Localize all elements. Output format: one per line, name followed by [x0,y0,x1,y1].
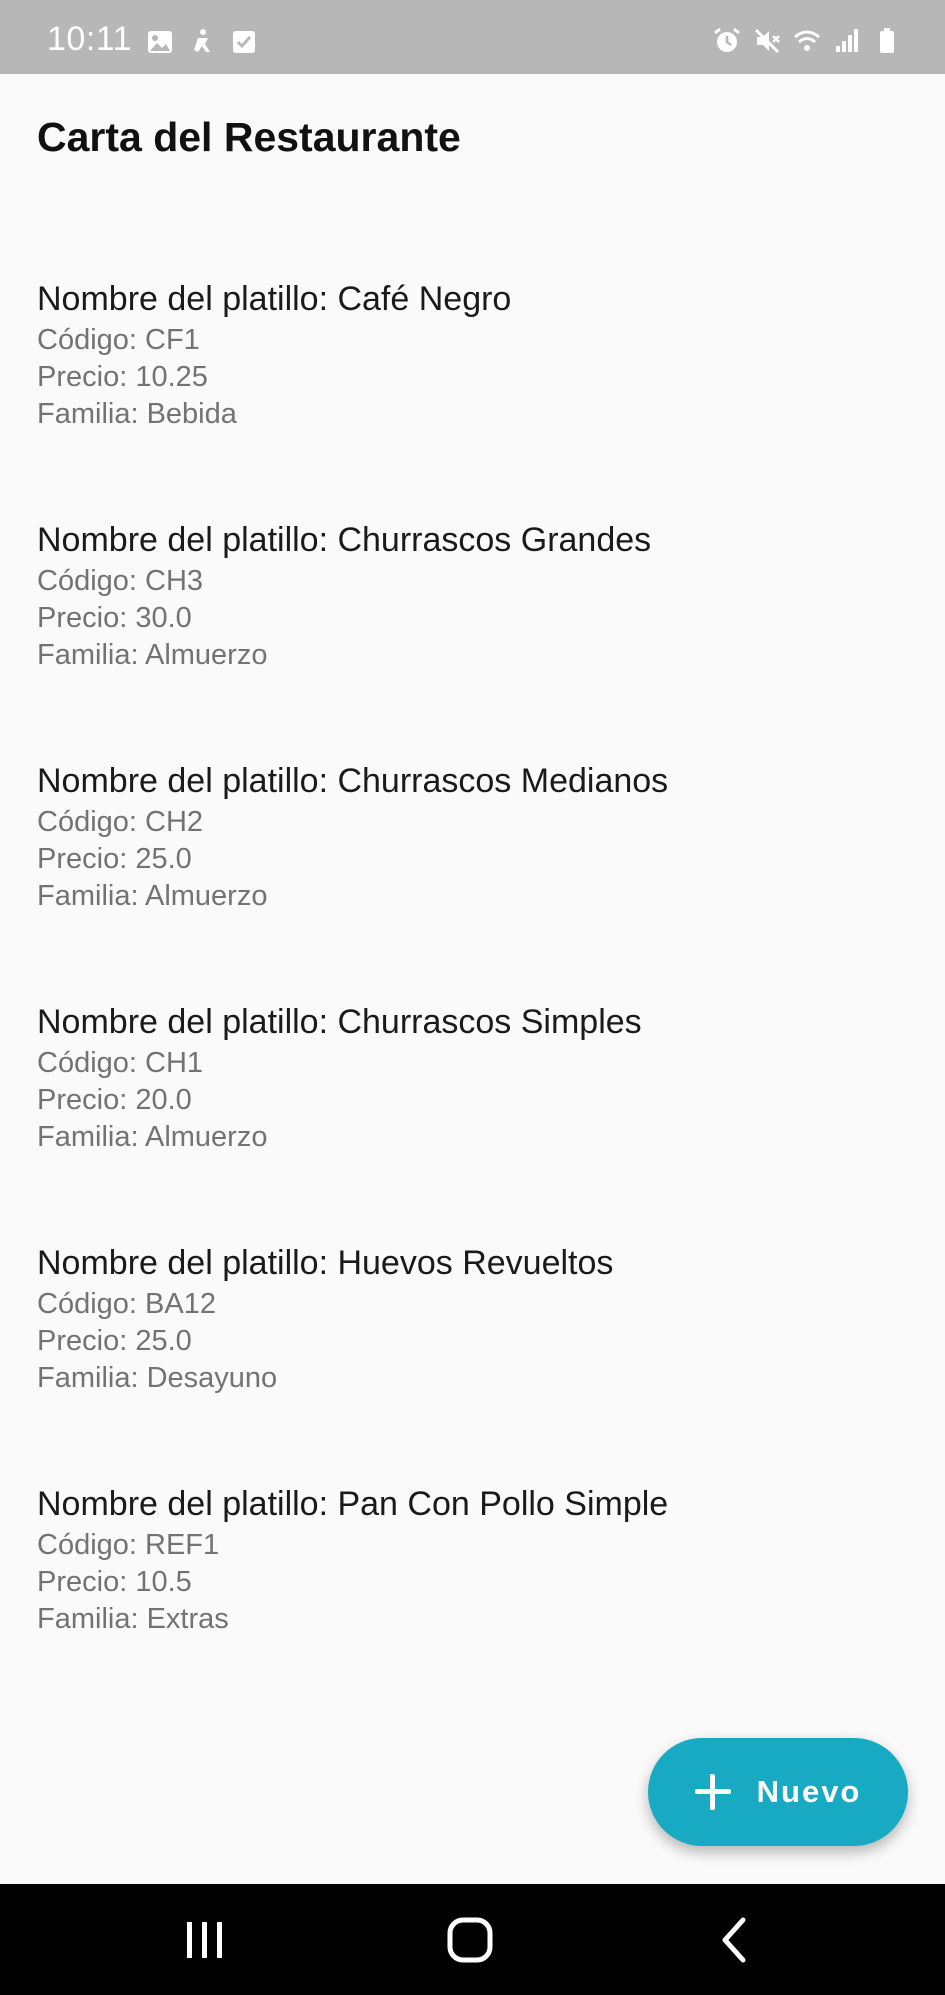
new-dish-label: Nuevo [756,1774,862,1809]
dish-code: Código: CF1 [37,324,200,356]
dish-name: Nombre del platillo: Churrascos Medianos [37,762,669,800]
dish-price: Precio: 10.5 [37,1566,192,1598]
dish-code: Código: REF1 [37,1529,220,1561]
battery-icon [880,28,894,53]
mute-icon [754,28,780,54]
alarm-icon [714,27,740,52]
new-dish-button[interactable]: Nuevo [648,1738,908,1846]
status-right-icons [713,27,901,55]
status-bar: 10:11 [0,0,945,74]
dish-name: Nombre del platillo: Huevos Revueltos [37,1244,614,1282]
gallery-icon [148,31,172,53]
status-left-icons [146,28,258,56]
dish-price: Precio: 20.0 [37,1084,192,1116]
navigation-bar [0,1884,945,1995]
dish-family: Familia: Bebida [37,398,237,430]
dish-code: Código: CH2 [37,806,204,838]
dish-family: Familia: Extras [37,1603,229,1635]
dish-family: Familia: Almuerzo [37,1121,268,1153]
dish-list: Nombre del platillo: Café Negro Código: … [37,276,897,1722]
home-icon[interactable] [440,1914,500,1966]
dish-price: Precio: 25.0 [37,843,192,875]
recent-apps-icon[interactable] [175,1914,235,1966]
status-time: 10:11 [47,20,133,58]
dish-name: Nombre del platillo: Churrascos Simples [37,1003,642,1041]
list-item[interactable]: Nombre del platillo: Churrascos Grandes … [37,517,897,758]
list-item[interactable]: Nombre del platillo: Churrascos Simples … [37,999,897,1240]
list-item[interactable]: Nombre del platillo: Pan Con Pollo Simpl… [37,1481,897,1722]
wifi-icon [794,30,820,51]
dish-code: Código: BA12 [37,1288,216,1320]
list-item[interactable]: Nombre del platillo: Huevos Revueltos Có… [37,1240,897,1481]
checkbox-icon [233,31,255,53]
dish-name: Nombre del platillo: Churrascos Grandes [37,521,652,559]
dish-code: Código: CH1 [37,1047,204,1079]
dish-family: Familia: Almuerzo [37,880,268,912]
dish-family: Familia: Almuerzo [37,639,268,671]
page-title: Carta del Restaurante [37,114,461,160]
list-item[interactable]: Nombre del platillo: Café Negro Código: … [37,276,897,517]
signal-icon [836,29,858,52]
dish-name: Nombre del platillo: Café Negro [37,280,512,318]
back-icon[interactable] [705,1914,765,1966]
dish-price: Precio: 30.0 [37,602,192,634]
dish-price: Precio: 25.0 [37,1325,192,1357]
dish-family: Familia: Desayuno [37,1362,278,1394]
dish-code: Código: CH3 [37,565,204,597]
accessibility-icon [194,29,210,52]
plus-icon [694,1774,731,1810]
dish-name: Nombre del platillo: Pan Con Pollo Simpl… [37,1485,669,1523]
dish-price: Precio: 10.25 [37,361,208,393]
list-item[interactable]: Nombre del platillo: Churrascos Medianos… [37,758,897,999]
